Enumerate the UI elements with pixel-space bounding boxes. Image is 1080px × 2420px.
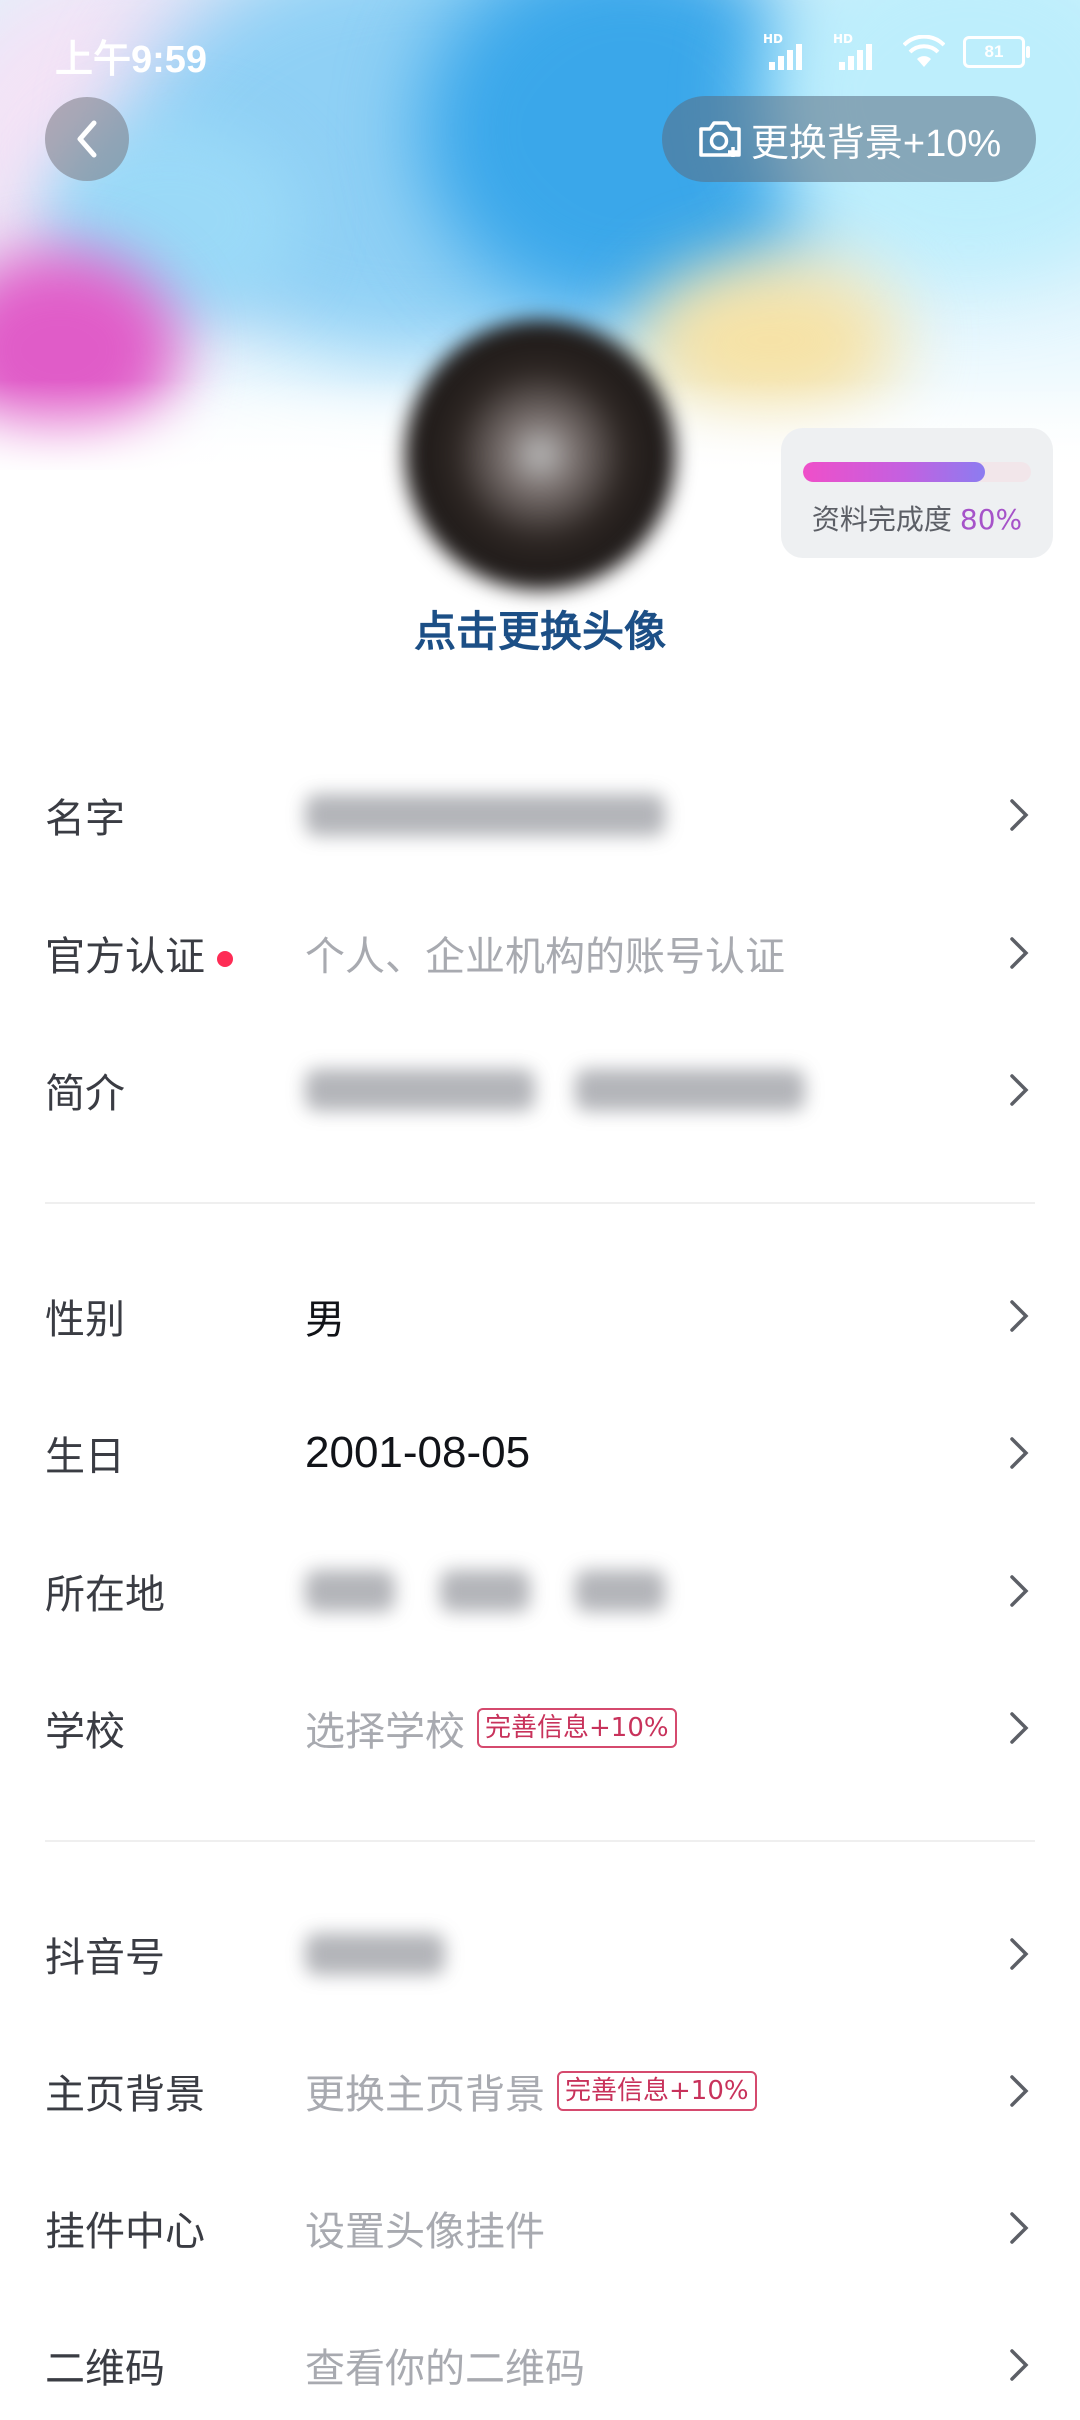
row-value: 选择学校 完善信息+10% bbox=[305, 1699, 677, 1757]
row-label: 性别 bbox=[45, 1297, 125, 1343]
row-value: 设置头像挂件 bbox=[305, 2209, 545, 2255]
row-value: 男 bbox=[305, 1297, 345, 1343]
camera-icon bbox=[699, 121, 741, 157]
row-value bbox=[305, 1069, 805, 1111]
divider bbox=[45, 1202, 1035, 1204]
chevron-right-icon bbox=[1010, 2349, 1029, 2381]
row-label: 官方认证 bbox=[45, 924, 233, 982]
signal-1-icon: HD bbox=[763, 32, 815, 72]
status-time: 上午9:59 bbox=[55, 39, 208, 81]
row-label-text: 官方认证 bbox=[45, 934, 205, 980]
change-background-label: 更换背景+10% bbox=[750, 122, 1002, 165]
back-button[interactable] bbox=[45, 97, 129, 181]
row-value bbox=[305, 794, 665, 836]
chevron-right-icon bbox=[1010, 1938, 1029, 1970]
chevron-right-icon bbox=[1010, 1300, 1029, 1332]
row-bio[interactable]: 简介 bbox=[0, 1035, 1080, 1145]
row-label: 所在地 bbox=[45, 1572, 165, 1618]
row-label: 名字 bbox=[45, 796, 125, 842]
row-label: 生日 bbox=[45, 1434, 125, 1480]
row-value: 2001-08-05 bbox=[305, 1428, 531, 1477]
signal-2-icon: HD bbox=[833, 32, 885, 72]
row-douyin-id[interactable]: 抖音号 bbox=[0, 1899, 1080, 2009]
row-qr-code[interactable]: 二维码 查看你的二维码 bbox=[0, 2310, 1080, 2420]
row-value: 个人、企业机构的账号认证 bbox=[305, 934, 785, 980]
row-label: 学校 bbox=[45, 1709, 125, 1755]
completion-progress-fill bbox=[803, 462, 986, 482]
row-name[interactable]: 名字 bbox=[0, 760, 1080, 870]
row-official-verification[interactable]: 官方认证 个人、企业机构的账号认证 bbox=[0, 898, 1080, 1008]
row-label: 主页背景 bbox=[45, 2072, 205, 2118]
chevron-right-icon bbox=[1010, 1575, 1029, 1607]
row-value bbox=[305, 1570, 665, 1612]
profile-completion-card[interactable]: 资料完成度 80% bbox=[781, 428, 1053, 558]
row-value-text: 更换主页背景 bbox=[305, 2072, 545, 2118]
chevron-right-icon bbox=[1010, 1437, 1029, 1469]
completion-text: 资料完成度 80% bbox=[781, 498, 1053, 538]
row-label: 抖音号 bbox=[45, 1935, 165, 1981]
row-homepage-background[interactable]: 主页背景 更换主页背景 完善信息+10% bbox=[0, 2036, 1080, 2146]
avatar[interactable] bbox=[405, 320, 675, 590]
divider bbox=[45, 1840, 1035, 1842]
row-birthday[interactable]: 生日 2001-08-05 bbox=[0, 1398, 1080, 1508]
row-school[interactable]: 学校 选择学校 完善信息+10% bbox=[0, 1673, 1080, 1783]
row-label: 二维码 bbox=[45, 2346, 165, 2392]
completion-progress-bar bbox=[803, 462, 1031, 482]
chevron-right-icon bbox=[1010, 1074, 1029, 1106]
battery-icon: 81 bbox=[963, 36, 1030, 68]
wifi-icon bbox=[903, 35, 945, 67]
chevron-right-icon bbox=[1010, 937, 1029, 969]
chevron-right-icon bbox=[1010, 799, 1029, 831]
completion-percent: 80% bbox=[959, 503, 1023, 536]
bonus-badge: 完善信息+10% bbox=[557, 2071, 757, 2111]
status-bar: 上午9:59 HD HD 81 bbox=[0, 0, 1080, 100]
change-avatar-label[interactable]: 点击更换头像 bbox=[0, 598, 1080, 659]
row-label: 简介 bbox=[45, 1071, 125, 1117]
row-location[interactable]: 所在地 bbox=[0, 1536, 1080, 1646]
row-value bbox=[305, 1933, 445, 1975]
chevron-right-icon bbox=[1010, 2075, 1029, 2107]
row-value-text: 选择学校 bbox=[305, 1709, 465, 1755]
bonus-badge: 完善信息+10% bbox=[477, 1708, 677, 1748]
completion-label: 资料完成度 bbox=[811, 503, 952, 536]
row-gender[interactable]: 性别 男 bbox=[0, 1261, 1080, 1371]
red-dot-indicator bbox=[217, 951, 233, 967]
row-value: 查看你的二维码 bbox=[305, 2346, 585, 2392]
chevron-left-icon bbox=[77, 120, 97, 158]
chevron-right-icon bbox=[1010, 1712, 1029, 1744]
row-pendant-center[interactable]: 挂件中心 设置头像挂件 bbox=[0, 2173, 1080, 2283]
status-icons: HD HD 81 bbox=[763, 32, 1030, 72]
chevron-right-icon bbox=[1010, 2212, 1029, 2244]
row-label: 挂件中心 bbox=[45, 2209, 205, 2255]
change-background-button[interactable]: 更换背景+10% bbox=[662, 96, 1036, 182]
row-value: 更换主页背景 完善信息+10% bbox=[305, 2062, 757, 2120]
